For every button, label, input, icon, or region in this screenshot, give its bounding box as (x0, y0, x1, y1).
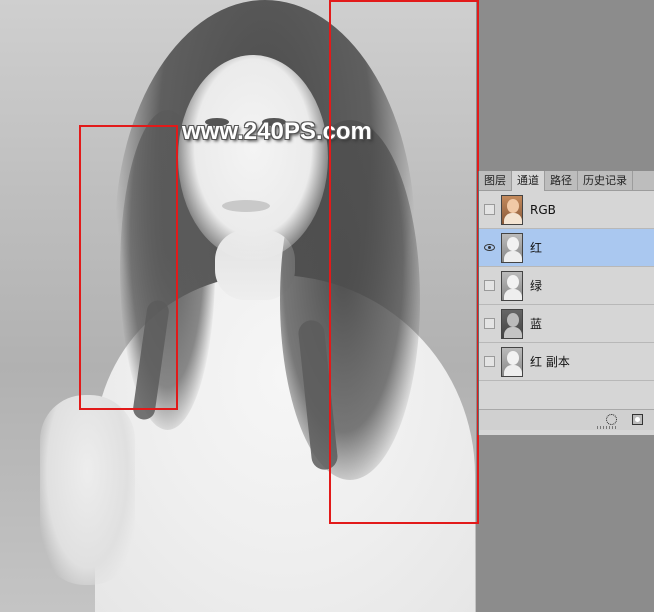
channel-list-empty-area (479, 381, 654, 409)
channel-label: 红 副本 (530, 355, 570, 369)
resize-grip[interactable] (597, 426, 617, 429)
channel-list: RGB 红 绿 蓝 红 副本 (479, 191, 654, 381)
channel-label: 蓝 (530, 317, 543, 331)
tab-paths[interactable]: 路径 (545, 171, 578, 190)
visibility-toggle[interactable] (484, 356, 495, 367)
channel-row-green[interactable]: 绿 (479, 267, 654, 305)
channel-label: RGB (530, 202, 556, 217)
mask-icon[interactable] (632, 414, 643, 425)
channel-thumbnail (501, 232, 523, 263)
dotted-circle-icon[interactable] (606, 414, 617, 425)
channel-thumbnail (501, 194, 523, 225)
channels-panel: 图层 通道 路径 历史记录 RGB 红 绿 蓝 红 副本 (478, 171, 654, 435)
visibility-toggle[interactable] (484, 204, 495, 215)
eye-icon (484, 244, 495, 251)
visibility-toggle[interactable] (484, 280, 495, 291)
channel-label: 红 (530, 241, 543, 255)
selection-rectangle-right (329, 0, 479, 524)
channel-row-red-copy[interactable]: 红 副本 (479, 343, 654, 381)
channel-thumbnail (501, 308, 523, 339)
channel-row-rgb[interactable]: RGB (479, 191, 654, 229)
visibility-toggle[interactable] (484, 242, 495, 253)
selection-rectangle-left (79, 125, 178, 410)
panel-tabs: 图层 通道 路径 历史记录 (479, 171, 654, 191)
tab-channels[interactable]: 通道 (512, 171, 545, 191)
panel-footer (479, 409, 654, 430)
channel-row-blue[interactable]: 蓝 (479, 305, 654, 343)
photo-face (178, 55, 328, 260)
tab-layers[interactable]: 图层 (479, 171, 512, 190)
channel-row-red[interactable]: 红 (479, 229, 654, 267)
visibility-toggle[interactable] (484, 318, 495, 329)
channel-thumbnail (501, 270, 523, 301)
photo-mouth (222, 200, 270, 212)
photo-hand (40, 395, 135, 585)
channel-label: 绿 (530, 279, 543, 293)
channel-thumbnail (501, 346, 523, 377)
tab-history[interactable]: 历史记录 (578, 171, 633, 190)
